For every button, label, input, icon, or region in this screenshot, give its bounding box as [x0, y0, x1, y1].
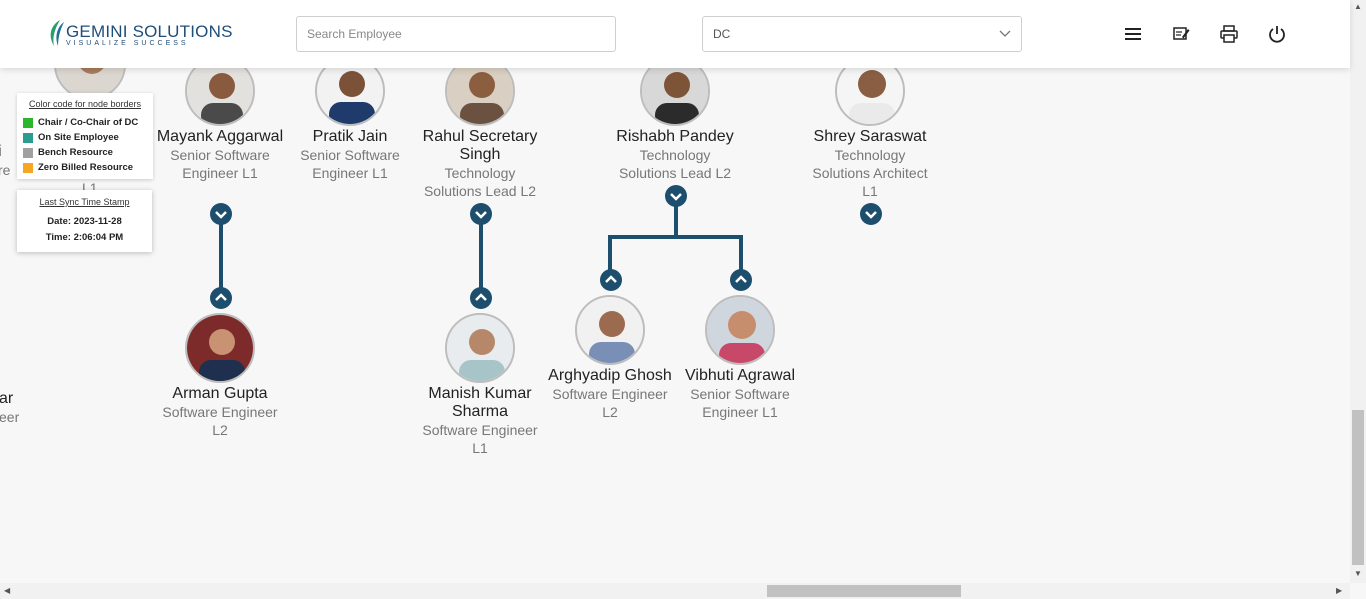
green-swatch	[23, 117, 33, 128]
employee-role: Software Engineer L1	[422, 422, 538, 456]
department-select-value: DC	[713, 27, 731, 41]
scroll-left-arrow-icon[interactable]: ◀	[4, 586, 10, 595]
partial-node-name: ar	[0, 390, 14, 407]
partial-node-role: re	[0, 162, 11, 178]
avatar	[640, 68, 710, 126]
employee-name: Rishabh Pandey	[616, 128, 734, 145]
employee-name: Rahul Secretary Singh	[422, 128, 538, 163]
vertical-scroll-thumb[interactable]	[1352, 410, 1364, 565]
employee-role: Technology Solutions Lead L2	[423, 165, 537, 199]
parent-toggle-button[interactable]	[600, 269, 622, 291]
sync-title: Last Sync Time Stamp	[39, 197, 130, 207]
employee-name: Vibhuti Agrawal	[685, 367, 795, 384]
employee-node-arghyadip[interactable]: Arghyadip Ghosh Software Engineer L2	[545, 295, 675, 421]
parent-toggle-button[interactable]	[730, 269, 752, 291]
chevron-down-icon	[999, 30, 1011, 37]
chevron-down-icon	[475, 211, 487, 219]
scroll-right-arrow-icon[interactable]: ▶	[1336, 586, 1342, 595]
avatar	[705, 295, 775, 365]
employee-node-rahul[interactable]: Rahul Secretary Singh Technology Solutio…	[415, 68, 545, 200]
legend-item-chair: Chair / Co-Chair of DC	[17, 115, 153, 130]
employee-role: Technology Solutions Architect L1	[812, 147, 928, 199]
logo-name: GEMINI SOLUTIONS	[66, 22, 233, 41]
avatar	[185, 313, 255, 383]
employee-node-mayank[interactable]: Mayank Aggarwal Senior Software Engineer…	[155, 68, 285, 182]
gray-swatch	[23, 147, 33, 158]
parent-toggle-button[interactable]	[470, 287, 492, 309]
chevron-up-icon	[605, 275, 617, 283]
employee-node-shrey[interactable]: Shrey Saraswat Technology Solutions Arch…	[805, 68, 935, 200]
employee-role: Technology Solutions Lead L2	[618, 147, 732, 181]
legend-item-onsite: On Site Employee	[17, 130, 153, 145]
scroll-down-arrow-icon[interactable]: ▼	[1354, 569, 1362, 578]
power-icon[interactable]	[1267, 24, 1287, 44]
legend-title: Color code for node borders	[28, 99, 142, 109]
chevron-up-icon	[215, 293, 227, 301]
chevron-down-icon	[865, 211, 877, 219]
collapse-toggle-button[interactable]	[210, 203, 232, 225]
employee-name: Arman Gupta	[172, 385, 268, 402]
parent-toggle-button[interactable]	[210, 287, 232, 309]
avatar	[575, 295, 645, 365]
logo-tagline: VISUALIZE SUCCESS	[66, 40, 189, 47]
sync-time: Time: 2:06:04 PM	[45, 232, 124, 243]
employee-role: Senior Software Engineer L1	[690, 386, 790, 420]
expand-toggle-button[interactable]	[860, 203, 882, 225]
scroll-up-arrow-icon[interactable]: ▲	[1354, 2, 1362, 11]
employee-node-arman[interactable]: Arman Gupta Software Engineer L2	[155, 313, 285, 439]
partial-node-name: i	[0, 143, 2, 161]
vertical-scrollbar[interactable]: ▲ ▼	[1350, 0, 1366, 583]
orange-swatch	[23, 162, 33, 173]
menu-icon[interactable]	[1123, 24, 1143, 44]
employee-name: Manish Kumar Sharma	[428, 385, 532, 420]
partial-node-role: eer	[0, 409, 20, 425]
employee-node-pratik[interactable]: Pratik Jain Senior Software Engineer L1	[285, 68, 415, 182]
legend-label: Bench Resource	[38, 147, 113, 158]
employee-role: Senior Software Engineer L1	[170, 147, 270, 181]
collapse-toggle-button[interactable]	[470, 203, 492, 225]
chevron-down-icon	[670, 193, 682, 201]
color-code-legend: Color code for node borders Chair / Co-C…	[17, 93, 153, 179]
avatar	[315, 68, 385, 126]
employee-name: Shrey Saraswat	[813, 128, 927, 145]
avatar	[835, 68, 905, 126]
horizontal-scrollbar[interactable]: ◀ ▶	[0, 583, 1350, 599]
search-employee-input[interactable]	[296, 16, 616, 52]
legend-item-zero-billed: Zero Billed Resource	[17, 160, 153, 175]
avatar	[185, 68, 255, 126]
connector-line	[479, 218, 483, 298]
edit-note-icon[interactable]	[1171, 24, 1191, 44]
print-icon[interactable]	[1219, 24, 1239, 44]
employee-name: Pratik Jain	[312, 128, 388, 145]
sync-timestamp-card: Last Sync Time Stamp Date: 2023-11-28 Ti…	[17, 190, 152, 252]
legend-label: On Site Employee	[38, 132, 119, 143]
horizontal-scroll-thumb[interactable]	[767, 585, 961, 597]
legend-label: Chair / Co-Chair of DC	[38, 117, 139, 128]
teal-swatch	[23, 132, 33, 143]
legend-item-bench: Bench Resource	[17, 145, 153, 160]
top-header: GEMINI SOLUTIONS VISUALIZE SUCCESS DC	[0, 0, 1350, 68]
employee-name: Arghyadip Ghosh	[548, 367, 672, 384]
employee-node-vibhuti[interactable]: Vibhuti Agrawal Senior Software Engineer…	[675, 295, 805, 421]
employee-role: Senior Software Engineer L1	[300, 147, 400, 181]
org-chart-canvas[interactable]: i re L1 ar eer Color code for node borde…	[0, 68, 1350, 583]
chevron-up-icon	[475, 293, 487, 301]
employee-role: Software Engineer L2	[162, 404, 278, 438]
gemini-leaf-icon	[50, 20, 64, 46]
department-select[interactable]: DC	[702, 16, 1022, 52]
chevron-up-icon	[735, 275, 747, 283]
connector-line	[608, 235, 743, 239]
sync-date: Date: 2023-11-28	[47, 216, 122, 227]
connector-line	[219, 218, 223, 298]
legend-label: Zero Billed Resource	[38, 162, 134, 173]
avatar	[445, 313, 515, 383]
employee-name: Mayank Aggarwal	[156, 128, 284, 145]
employee-node-rishabh[interactable]: Rishabh Pandey Technology Solutions Lead…	[610, 68, 740, 182]
collapse-toggle-button[interactable]	[665, 185, 687, 207]
avatar	[445, 68, 515, 126]
employee-node-manish[interactable]: Manish Kumar Sharma Software Engineer L1	[415, 313, 545, 457]
employee-role: Software Engineer L2	[552, 386, 668, 420]
company-logo[interactable]: GEMINI SOLUTIONS VISUALIZE SUCCESS	[46, 18, 232, 52]
chevron-down-icon	[215, 211, 227, 219]
